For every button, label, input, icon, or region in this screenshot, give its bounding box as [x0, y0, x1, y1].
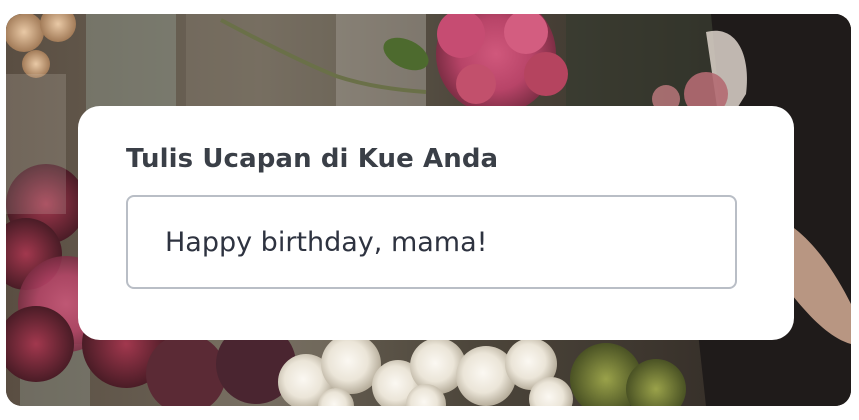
- hero-image-frame: Tulis Ucapan di Kue Anda: [6, 14, 851, 406]
- cake-message-input[interactable]: [126, 195, 737, 289]
- cake-message-label: Tulis Ucapan di Kue Anda: [126, 144, 499, 174]
- cake-message-card: Tulis Ucapan di Kue Anda: [78, 106, 794, 340]
